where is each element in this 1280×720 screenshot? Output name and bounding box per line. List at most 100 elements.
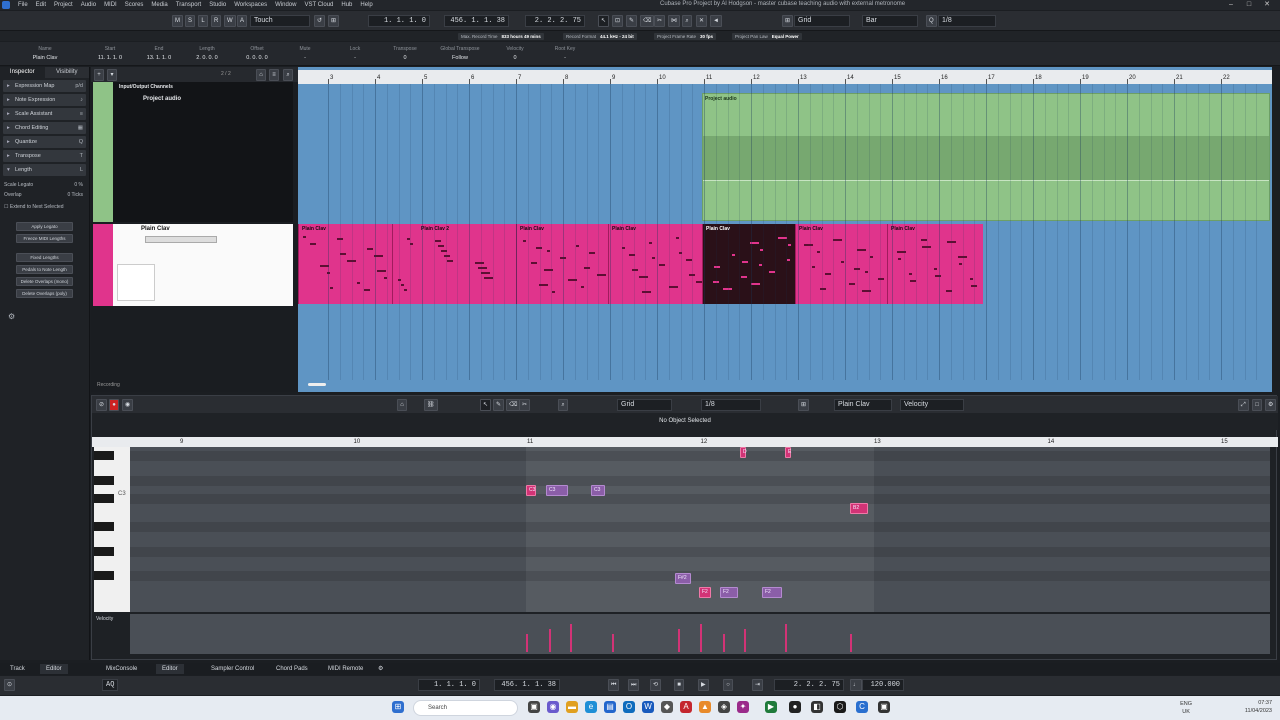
- menu-scores[interactable]: Scores: [121, 2, 148, 8]
- read-button[interactable]: R: [211, 15, 222, 27]
- velocity-bar[interactable]: [850, 634, 852, 652]
- overlap-slider[interactable]: Overlap 0 Ticks: [4, 190, 85, 200]
- chat-icon[interactable]: ◉: [547, 701, 559, 713]
- speaker-tool-icon[interactable]: ◄: [710, 15, 722, 27]
- play-icon[interactable]: ▶: [698, 679, 709, 691]
- editor-gear-icon[interactable]: ⚙: [1265, 399, 1277, 411]
- track-presets-icon[interactable]: ▾: [107, 69, 117, 81]
- left-locator-field[interactable]: 1. 1. 1. 0: [368, 15, 430, 27]
- info-global-transpose[interactable]: Global Transpose Follow: [430, 46, 490, 61]
- solo-button[interactable]: S: [185, 15, 196, 27]
- system-tray[interactable]: ENG UK 07:37 11/04/2023: [1180, 699, 1272, 715]
- tab-inspector[interactable]: Inspector: [0, 67, 45, 78]
- editor-quantize-select[interactable]: 1/8: [701, 399, 761, 411]
- midi-note[interactable]: C3: [591, 485, 605, 496]
- midi-note[interactable]: F#2: [675, 573, 691, 584]
- midi-part[interactable]: Plain Clav: [887, 224, 983, 304]
- quantize-select[interactable]: 1/8: [938, 15, 996, 27]
- black-key[interactable]: [94, 476, 114, 485]
- file-explorer-icon[interactable]: ▬: [566, 701, 578, 713]
- editor-snap-select[interactable]: Grid: [617, 399, 672, 411]
- fixed-lengths-button[interactable]: Fixed Lengths: [16, 253, 73, 262]
- editor-knife-icon[interactable]: ✂: [519, 399, 531, 411]
- apply-legato-button[interactable]: Apply Legato: [16, 222, 73, 231]
- app-icon[interactable]: ⬡: [834, 701, 846, 713]
- track-list-menu-icon[interactable]: ≡: [269, 69, 279, 81]
- section-expression-map[interactable]: Expression Mapp/d: [3, 80, 86, 92]
- menu-media[interactable]: Media: [147, 2, 171, 8]
- velocity-bar[interactable]: [570, 624, 572, 652]
- menu-vst-cloud[interactable]: VST Cloud: [300, 2, 337, 8]
- go-to-start-icon[interactable]: ⏮: [608, 679, 620, 691]
- record-transport-icon[interactable]: ○: [723, 679, 733, 691]
- editor-settings-icon[interactable]: ⌂: [397, 399, 407, 411]
- black-key[interactable]: [94, 547, 114, 556]
- info-length[interactable]: Length 2. 0. 0. 0: [182, 46, 232, 61]
- section-transpose[interactable]: TransposeT: [3, 150, 86, 162]
- midi-note[interactable]: C3: [526, 485, 536, 496]
- snap-type-select[interactable]: Grid: [794, 15, 850, 27]
- close-icon[interactable]: ✕: [1258, 0, 1276, 10]
- vlc-icon[interactable]: ▲: [699, 701, 711, 713]
- extend-checkbox[interactable]: ☐ Extend to Next Selected: [4, 202, 85, 212]
- outlook-icon[interactable]: O: [623, 701, 635, 713]
- midi-part[interactable]: Plain Clav: [516, 224, 608, 304]
- editor-expand-icon[interactable]: ⤢: [1238, 399, 1249, 411]
- windows-start-icon[interactable]: ⊞: [392, 701, 404, 713]
- app-icon[interactable]: ▣: [878, 701, 890, 713]
- tabs-settings-icon[interactable]: ⚙: [372, 664, 389, 674]
- velocity-bar[interactable]: [678, 629, 680, 652]
- editor-ruler[interactable]: 9 10 11 12 13 14 15: [92, 437, 1278, 447]
- section-length[interactable]: LengthL: [3, 164, 86, 176]
- mute-tool-icon[interactable]: ✕: [696, 15, 708, 27]
- record-icon[interactable]: ●: [109, 399, 119, 411]
- app-icon[interactable]: ◆: [661, 701, 673, 713]
- instrument-track[interactable]: Plain Clav: [93, 224, 293, 306]
- midi-note[interactable]: F2: [720, 587, 738, 598]
- pdf-icon[interactable]: A: [680, 701, 692, 713]
- pointer-tool-icon[interactable]: ↖: [598, 15, 610, 27]
- inspector-settings-icon[interactable]: ⚙: [8, 312, 81, 321]
- pedals-to-note-length-button[interactable]: Pedals to Note Length: [16, 265, 73, 274]
- delete-overlaps-poly-button[interactable]: Delete Overlaps (poly): [16, 289, 73, 298]
- piano-keyboard[interactable]: C3: [94, 447, 130, 612]
- instrument-track-controls[interactable]: [145, 236, 217, 243]
- menu-edit[interactable]: Edit: [32, 2, 50, 8]
- stop-icon[interactable]: ■: [674, 679, 684, 691]
- transport-position[interactable]: 456. 1. 1. 38: [494, 679, 560, 691]
- editor-link-icon[interactable]: ⛓: [424, 399, 438, 411]
- app-icon[interactable]: ▶: [765, 701, 777, 713]
- range-tool-icon[interactable]: ⊡: [612, 15, 624, 27]
- midi-note[interactable]: F2: [762, 587, 782, 598]
- editor-feedback-icon[interactable]: ◉: [122, 399, 134, 411]
- velocity-bar[interactable]: [526, 634, 528, 652]
- write-button[interactable]: W: [224, 15, 236, 27]
- tab-sampler-control[interactable]: Sampler Control: [205, 664, 260, 674]
- black-key[interactable]: [94, 522, 114, 531]
- info-name[interactable]: Name Plain Clav: [20, 46, 70, 61]
- tab-track[interactable]: Track: [4, 664, 31, 674]
- position-field[interactable]: 456. 1. 1. 38: [444, 15, 509, 27]
- section-quantize[interactable]: QuantizeQ: [3, 136, 86, 148]
- velocity-lane[interactable]: [130, 614, 1270, 654]
- menu-hub[interactable]: Hub: [337, 2, 356, 8]
- a-button[interactable]: A: [237, 15, 248, 27]
- menu-window[interactable]: Window: [271, 2, 300, 8]
- info-mute[interactable]: Mute -: [280, 46, 330, 61]
- midi-note[interactable]: C3: [546, 485, 568, 496]
- info-lock[interactable]: Lock -: [330, 46, 380, 61]
- record-format[interactable]: Record Format 44.1 kHz - 24 bit: [563, 33, 637, 40]
- black-key[interactable]: [94, 451, 114, 460]
- section-chord-editing[interactable]: Chord Editing▦: [3, 122, 86, 134]
- menu-midi[interactable]: MIDI: [100, 2, 121, 8]
- app-icon[interactable]: ✦: [737, 701, 749, 713]
- velocity-bar[interactable]: [549, 629, 551, 652]
- midi-note[interactable]: F2: [699, 587, 711, 598]
- editor-part-select[interactable]: Plain Clav: [834, 399, 892, 411]
- app-icon[interactable]: ◈: [718, 701, 730, 713]
- track-visibility-icon[interactable]: ⌂: [256, 69, 266, 81]
- black-key[interactable]: [94, 494, 114, 503]
- add-track-icon[interactable]: +: [94, 69, 104, 81]
- menu-workspaces[interactable]: Workspaces: [230, 2, 271, 8]
- split-tool-icon[interactable]: ✂: [654, 15, 666, 27]
